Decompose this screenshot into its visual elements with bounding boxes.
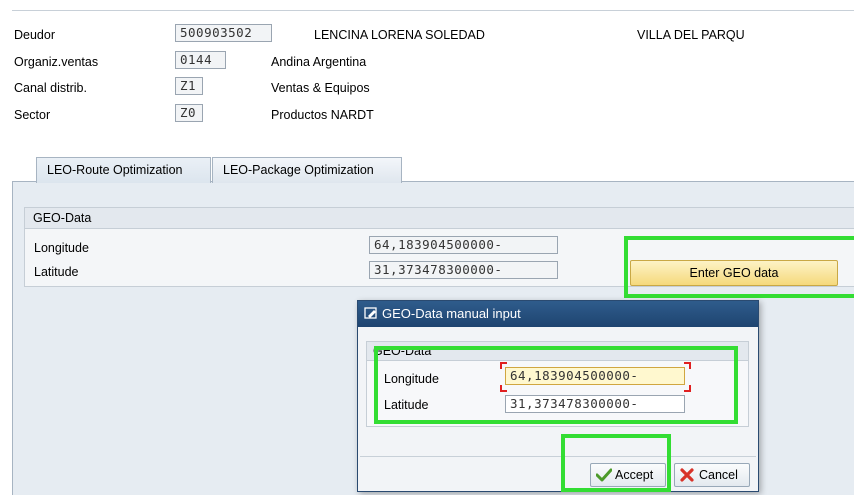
deudor-name: LENCINA LORENA SOLEDAD	[314, 28, 485, 42]
dialog-longitude-input[interactable]: 64,183904500000-	[505, 367, 685, 385]
dialog-longitude-label: Longitude	[384, 372, 439, 386]
accept-label: Accept	[615, 468, 654, 482]
enter-geo-data-button[interactable]: Enter GEO data	[630, 260, 838, 286]
dialog-footer-divider	[360, 456, 756, 457]
deudor-field[interactable]: 500903502	[175, 24, 272, 42]
checkmark-icon	[596, 468, 612, 482]
org-label: Organiz.ventas	[14, 55, 99, 69]
longitude-label: Longitude	[34, 241, 89, 255]
sector-name: Productos NARDT	[271, 108, 374, 122]
dialog-latitude-label: Latitude	[384, 398, 429, 412]
cancel-x-icon	[680, 468, 694, 482]
focus-bracket-tr	[684, 362, 691, 369]
canal-name: Ventas & Equipos	[271, 81, 370, 95]
focus-bracket-tl	[500, 362, 507, 369]
edit-window-icon	[364, 307, 377, 319]
latitude-field[interactable]: 31,373478300000-	[369, 261, 558, 279]
dialog-geo-group-title: GEO-Data	[367, 342, 748, 361]
sector-field[interactable]: Z0	[175, 104, 203, 122]
dialog-title: GEO-Data manual input	[382, 306, 521, 321]
canal-field[interactable]: Z1	[175, 77, 203, 95]
geo-data-group-title: GEO-Data	[25, 208, 854, 229]
focus-bracket-bl	[500, 385, 507, 392]
accept-button[interactable]: Accept	[590, 463, 666, 487]
org-field[interactable]: 0144	[175, 51, 226, 69]
cancel-button[interactable]: Cancel	[674, 463, 750, 487]
deudor-city: VILLA DEL PARQU	[637, 28, 745, 42]
dialog-latitude-input[interactable]: 31,373478300000-	[505, 395, 685, 413]
tab-route-optimization[interactable]: LEO-Route Optimization	[36, 157, 211, 183]
canal-label: Canal distrib.	[14, 81, 87, 95]
longitude-field[interactable]: 64,183904500000-	[369, 236, 558, 254]
deudor-label: Deudor	[14, 28, 55, 42]
latitude-label: Latitude	[34, 265, 79, 279]
tab-package-optimization[interactable]: LEO-Package Optimization	[212, 157, 402, 183]
cancel-label: Cancel	[699, 468, 738, 482]
dialog-title-bar: GEO-Data manual input	[358, 301, 758, 327]
top-rule	[12, 10, 854, 11]
focus-bracket-br	[684, 385, 691, 392]
org-name: Andina Argentina	[271, 55, 367, 69]
sector-label: Sector	[14, 108, 51, 122]
